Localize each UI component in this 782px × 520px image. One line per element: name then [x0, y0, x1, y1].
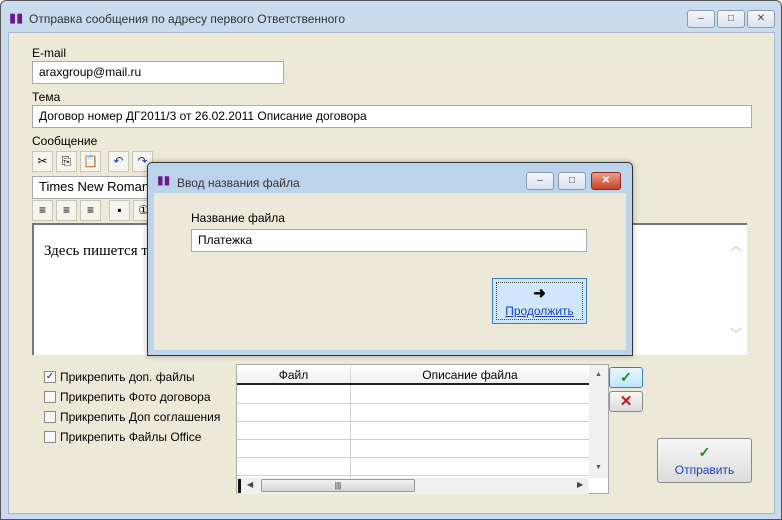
- dialog-minimize-button[interactable]: –: [526, 172, 554, 190]
- dialog-maximize-button[interactable]: □: [558, 172, 586, 190]
- maximize-button[interactable]: □: [717, 10, 745, 28]
- vertical-scrollbar[interactable]: ▲ ▼: [589, 365, 608, 478]
- align-right-icon: ≡: [86, 203, 94, 217]
- attach-extra-files-checkbox[interactable]: ✓ Прикрепить доп. файлы: [44, 367, 220, 387]
- email-input[interactable]: araxgroup@mail.ru: [32, 61, 284, 84]
- attach-agreements-checkbox[interactable]: Прикрепить Доп соглашения: [44, 407, 220, 427]
- cut-button[interactable]: ✂: [32, 151, 53, 172]
- message-label: Сообщение: [32, 134, 98, 148]
- continue-button[interactable]: ➜ Продолжить: [492, 278, 587, 324]
- message-text: Здесь пишется т: [44, 243, 148, 259]
- file-name-dialog: ▮▮ Ввод названия файла – □ ✕ Название фа…: [147, 162, 633, 356]
- x-icon: ✕: [619, 393, 633, 410]
- maximize-icon: □: [727, 13, 735, 24]
- checkbox[interactable]: [44, 391, 56, 403]
- scissors-icon: ✂: [37, 154, 48, 168]
- maximize-icon: □: [568, 175, 576, 186]
- copy-icon: ⎘: [61, 154, 72, 168]
- table-row[interactable]: [237, 386, 589, 404]
- delete-button[interactable]: ✕: [609, 391, 643, 412]
- check-icon: ✓: [620, 369, 632, 385]
- check-icon: ✓: [698, 444, 711, 460]
- paste-button[interactable]: 📋: [80, 151, 101, 172]
- dialog-body: Название файла Платежка ➜ Продолжить: [154, 193, 626, 350]
- checkbox-label: Прикрепить Файлы Office: [60, 430, 202, 444]
- dialog-close-button[interactable]: ✕: [591, 172, 621, 190]
- align-center-icon: ≡: [62, 203, 70, 217]
- file-name-label: Название файла: [191, 211, 285, 225]
- checkbox-label: Прикрепить Доп соглашения: [60, 410, 221, 424]
- files-grid[interactable]: Файл Описание файла ▲ ▼ ◀ ||| ▶: [236, 364, 609, 494]
- send-label: Отправить: [674, 463, 735, 477]
- attach-photo-checkbox[interactable]: Прикрепить Фото договора: [44, 387, 220, 407]
- checkbox-label: Прикрепить Фото договора: [60, 390, 211, 404]
- font-select[interactable]: Times New Roman: [32, 176, 152, 199]
- subject-label: Тема: [32, 90, 61, 104]
- table-row[interactable]: [237, 458, 589, 476]
- close-button[interactable]: ✕: [747, 10, 775, 28]
- checkbox-checked[interactable]: ✓: [44, 371, 56, 383]
- horizontal-scrollbar[interactable]: ◀ ||| ▶: [237, 478, 589, 494]
- scroll-thumb[interactable]: |||: [261, 479, 415, 492]
- align-center-button[interactable]: ≡: [56, 200, 77, 221]
- subject-input[interactable]: Договор номер ДГ2011/3 от 26.02.2011 Опи…: [32, 105, 752, 128]
- minimize-button[interactable]: –: [687, 10, 715, 28]
- align-right-button[interactable]: ≡: [80, 200, 101, 221]
- window-title: Отправка сообщения по адресу первого Отв…: [29, 12, 346, 26]
- column-header-file[interactable]: Файл: [237, 366, 351, 383]
- app-icon: ▮▮: [9, 10, 24, 25]
- email-label: E-mail: [32, 46, 67, 60]
- checkbox[interactable]: [44, 431, 56, 443]
- table-row[interactable]: [237, 440, 589, 458]
- dialog-app-icon: ▮▮: [157, 173, 171, 187]
- scroll-up-icon[interactable]: ︿: [730, 237, 742, 254]
- bullet-button[interactable]: ▪: [109, 200, 130, 221]
- checkbox-list: ✓ Прикрепить доп. файлы Прикрепить Фото д…: [44, 367, 220, 447]
- send-button[interactable]: ✓ Отправить: [657, 438, 752, 483]
- file-name-input[interactable]: Платежка: [191, 229, 587, 252]
- column-header-description[interactable]: Описание файла: [351, 366, 589, 383]
- minimize-icon: –: [698, 13, 704, 24]
- checkbox[interactable]: [44, 411, 56, 423]
- copy-button[interactable]: ⎘: [56, 151, 77, 172]
- minimize-icon: –: [537, 175, 543, 186]
- paste-icon: 📋: [83, 154, 98, 168]
- align-left-icon: ≡: [38, 203, 46, 217]
- close-icon: ✕: [601, 175, 611, 186]
- table-row[interactable]: [237, 422, 589, 440]
- confirm-button[interactable]: ✓: [609, 367, 643, 388]
- undo-icon: ↶: [113, 154, 124, 168]
- table-row[interactable]: [237, 404, 589, 422]
- dialog-title: Ввод названия файла: [177, 176, 300, 190]
- close-icon: ✕: [756, 13, 766, 24]
- attach-office-checkbox[interactable]: Прикрепить Файлы Office: [44, 427, 220, 447]
- align-left-button[interactable]: ≡: [32, 200, 53, 221]
- checkbox-label: Прикрепить доп. файлы: [60, 370, 195, 384]
- bullet-icon: ▪: [117, 203, 122, 217]
- undo-button[interactable]: ↶: [108, 151, 129, 172]
- scroll-down-icon[interactable]: ﹀: [730, 325, 742, 342]
